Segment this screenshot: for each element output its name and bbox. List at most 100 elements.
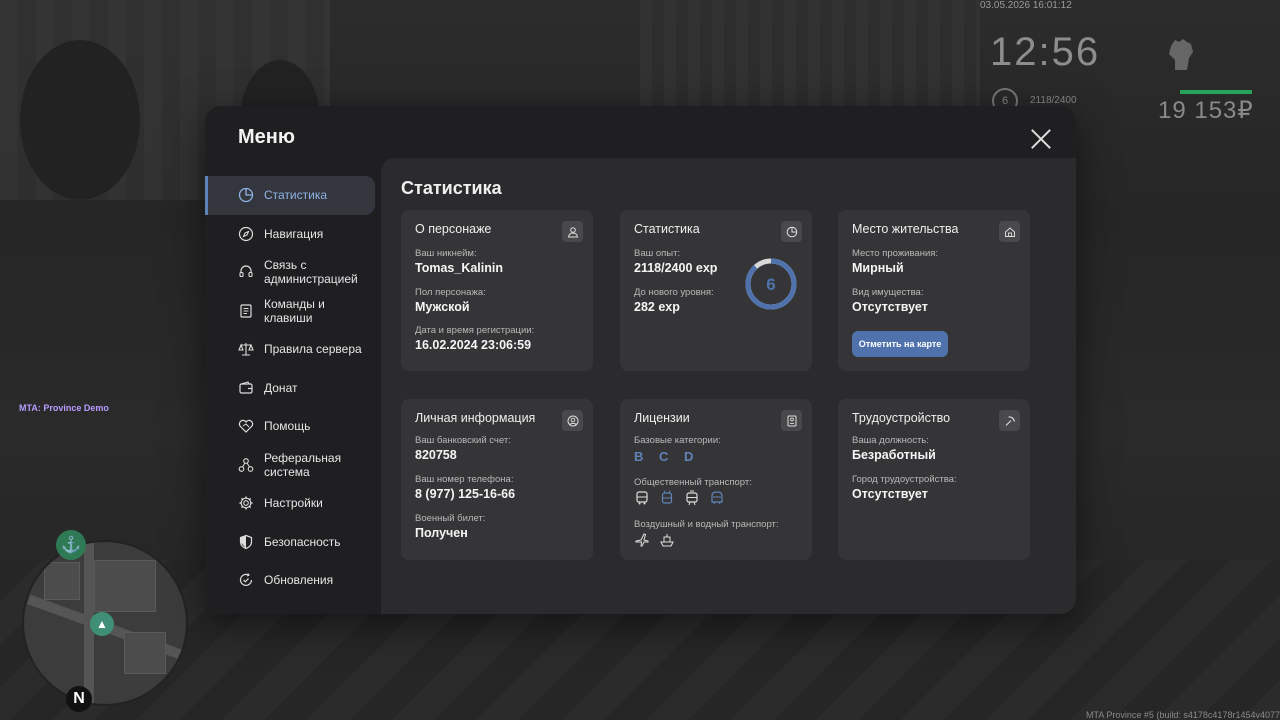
north-indicator: N: [66, 686, 92, 712]
ship-icon: [660, 534, 674, 547]
trolleybus-icon: [661, 490, 673, 504]
sidebar-item-label: Донат: [264, 380, 298, 395]
hud-exp: 2118/2400: [1030, 95, 1077, 106]
field-label: Вид имущества:: [852, 287, 924, 298]
minimap-block: [94, 560, 156, 612]
compass-icon: [238, 226, 254, 241]
heart-handshake-icon: [238, 420, 254, 434]
public-transport-icons: [634, 490, 725, 506]
sidebar-item-security[interactable]: Безопасность: [205, 523, 381, 562]
job-position-value: Безработный: [852, 448, 936, 462]
sidebar-item-navigation[interactable]: Навигация: [205, 215, 381, 254]
card-title: О персонаже: [415, 222, 492, 236]
server-label: MTA: Province Demo: [19, 403, 109, 413]
referral-icon: [238, 457, 254, 472]
field-label: Ваш никнейм:: [415, 248, 477, 259]
sidebar-item-label: Реферальная система: [264, 450, 342, 479]
user-icon: [562, 221, 583, 242]
field-label: Воздушный и водный транспорт:: [634, 519, 779, 530]
hud-money: 19 153₽: [1158, 97, 1254, 124]
scales-icon: [238, 343, 254, 356]
sidebar-item-updates[interactable]: Обновления: [205, 561, 381, 600]
background-skyscrapers: [640, 0, 980, 110]
field-label: Ваш опыт:: [634, 248, 681, 259]
plane-icon: [635, 533, 649, 547]
nickname-value: Tomas_Kalinin: [415, 261, 503, 275]
pie-chart-icon: [238, 188, 254, 203]
minimap-block: [44, 562, 80, 600]
field-label: Дата и время регистрации:: [415, 325, 535, 336]
content-panel: Статистика О персонаже Ваш никнейм: Toma…: [381, 158, 1076, 614]
phone-value: 8 (977) 125-16-66: [415, 487, 516, 501]
residence-card: Место жительства Место проживания: Мирны…: [838, 210, 1030, 371]
stats-card: Статистика Ваш опыт: 2118/2400 exp До но…: [620, 210, 812, 371]
sidebar-item-label: Безопасность: [264, 534, 341, 549]
exp-value: 2118/2400 exp: [634, 261, 718, 275]
character-card: О персонаже Ваш никнейм: Tomas_Kalinin П…: [401, 210, 593, 371]
military-id-value: Получен: [415, 526, 468, 540]
sidebar-item-label: Правила сервера: [264, 342, 362, 357]
level-progress-ring: 6: [745, 258, 797, 310]
sidebar-item-statistics[interactable]: Статистика: [205, 176, 375, 215]
license-categories: B C D: [634, 449, 700, 464]
sidebar-item-contact-admin[interactable]: Связь с администрацией: [205, 253, 381, 292]
registration-value: 16.02.2024 23:06:59: [415, 338, 532, 352]
level-number: 6: [766, 275, 775, 294]
field-label: Базовые категории:: [634, 435, 721, 446]
sidebar-item-referral[interactable]: Реферальная система: [205, 446, 381, 485]
bus-icon: [636, 491, 648, 505]
sidebar-item-rules[interactable]: Правила сервера: [205, 330, 381, 369]
pickaxe-icon: [999, 410, 1020, 431]
build-label: MTA Province #5 (build: s4178c4178r1454v…: [1086, 710, 1280, 720]
fist-icon: [1169, 39, 1193, 70]
tram-icon: [686, 490, 698, 506]
field-label: Ваш банковский счет:: [415, 435, 511, 446]
next-level-value: 282 exp: [634, 300, 680, 314]
field-label: Общественный транспорт:: [634, 477, 752, 488]
hud-date: 03.05.2026 16:01:12: [980, 0, 1072, 11]
shield-icon: [239, 534, 253, 549]
sidebar-item-commands[interactable]: Команды и клавиши: [205, 292, 381, 331]
gear-icon: [239, 496, 253, 510]
card-title: Место жительства: [852, 222, 959, 236]
sidebar-item-label: Навигация: [264, 226, 324, 241]
mark-on-map-button[interactable]: Отметить на карте: [852, 331, 948, 357]
license-icon: [781, 410, 802, 431]
field-label: Город трудоустройства:: [852, 474, 957, 485]
sidebar-item-help[interactable]: Помощь: [205, 407, 381, 446]
sidebar: Статистика Навигация Связь с администрац…: [205, 176, 381, 600]
metro-icon: [711, 491, 723, 505]
personal-info-card: Личная информация Ваш банковский счет: 8…: [401, 399, 593, 560]
sidebar-item-label: Обновления: [264, 573, 334, 588]
player-marker-icon: ▲: [90, 612, 114, 636]
health-bar: [1180, 90, 1252, 94]
sidebar-item-label: Статистика: [264, 188, 328, 203]
page-title: Статистика: [401, 178, 502, 198]
anchor-icon: ⚓: [56, 530, 86, 560]
job-city-value: Отсутствует: [852, 487, 928, 501]
field-label: Пол персонажа:: [415, 287, 486, 298]
pie-chart-icon: [781, 221, 802, 242]
hud-clock: 12:56: [990, 30, 1101, 74]
bank-account-value: 820758: [415, 448, 457, 462]
field-label: Военный билет:: [415, 513, 486, 524]
gender-value: Мужской: [415, 300, 470, 314]
minimap-block: [124, 632, 166, 674]
headset-icon: [239, 265, 253, 278]
close-button[interactable]: [1029, 128, 1053, 152]
wallet-icon: [239, 381, 253, 394]
field-label: До нового уровня:: [634, 287, 714, 298]
employment-card: Трудоустройство Ваша должность: Безработ…: [838, 399, 1030, 560]
sidebar-item-label: Связь с администрацией: [264, 258, 358, 287]
property-value: Отсутствует: [852, 300, 928, 314]
home-icon: [999, 221, 1020, 242]
licenses-card: Лицензии Базовые категории: B C D Общест…: [620, 399, 812, 560]
user-circle-icon: [562, 410, 583, 431]
sidebar-item-settings[interactable]: Настройки: [205, 484, 381, 523]
sidebar-item-label: Помощь: [264, 419, 311, 434]
field-label: Место проживания:: [852, 248, 939, 259]
sidebar-item-donate[interactable]: Донат: [205, 369, 381, 408]
field-label: Ваша должность:: [852, 435, 929, 446]
air-water-transport-icons: [634, 532, 675, 548]
card-title: Трудоустройство: [852, 411, 951, 425]
